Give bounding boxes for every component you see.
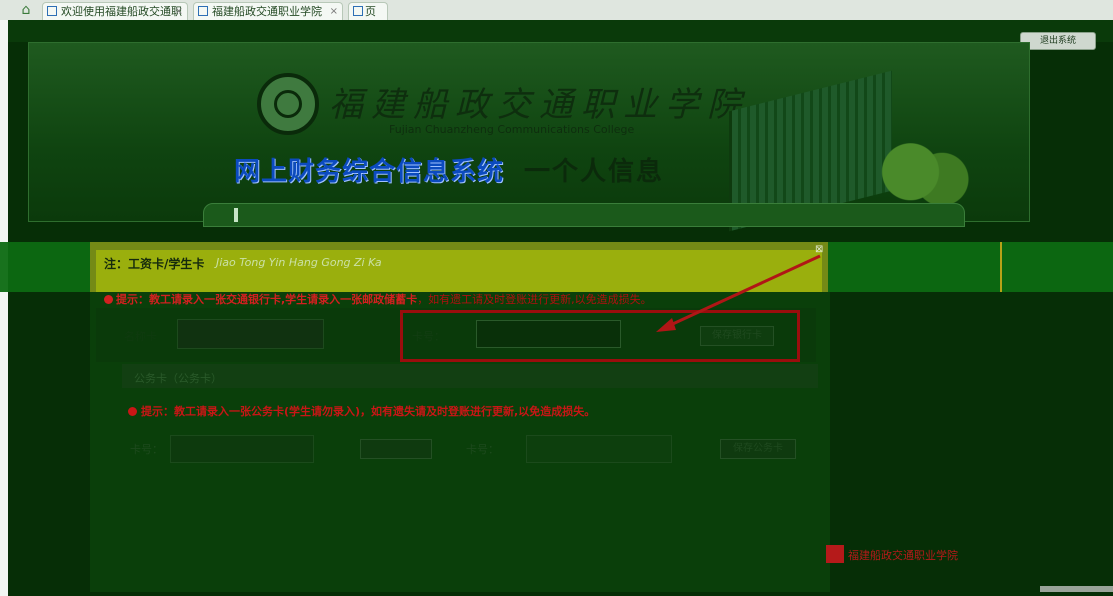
section-pinyin: Jiao Tong Yin Hang Gong Zi Ka — [216, 256, 382, 269]
select-button[interactable] — [360, 439, 432, 459]
nav-bar — [203, 203, 965, 227]
trees-illustration — [879, 138, 969, 213]
save-official-card-button[interactable]: 保存公务卡 — [720, 439, 796, 459]
close-icon[interactable]: × — [330, 3, 338, 20]
official-card-label: 卡号： — [130, 443, 163, 456]
browser-tab-3[interactable]: 页 — [348, 2, 388, 20]
section-title: 注：工资卡/学生卡 — [104, 257, 205, 271]
exit-button[interactable]: 退出系统 — [1020, 32, 1096, 50]
browser-tab-2[interactable]: 福建船政交通职业学院 × — [193, 2, 343, 20]
tip-message: 提示：教工请录入一张交通银行卡,学生请录入一张邮政储蓄卡，如有遗工请及时登账进行… — [104, 291, 652, 307]
tip-tail: ，如有遗工请及时登账进行更新,以免造成损失。 — [417, 293, 652, 306]
browser-tab-1[interactable]: 欢迎使用福建船政交通职 × — [42, 2, 188, 20]
tab-title-3: 页 — [365, 5, 376, 18]
tab-title-1: 欢迎使用福建船政交通职 — [61, 5, 182, 18]
band-left — [0, 242, 90, 292]
card-name-label: 名称卡 — [124, 330, 157, 343]
browser-tab-strip: ⌂ 欢迎使用福建船政交通职 × 福建船政交通职业学院 × 页 — [0, 0, 1113, 20]
card-number-input[interactable] — [476, 320, 621, 348]
tab-title-2: 福建船政交通职业学院 — [212, 5, 322, 18]
official-card-field[interactable] — [170, 435, 314, 463]
page-icon — [198, 6, 208, 16]
tip-prefix: 提示： — [116, 293, 149, 306]
card-name-field[interactable] — [177, 319, 324, 349]
logo-icon — [826, 545, 844, 563]
page-icon — [47, 6, 57, 16]
save-bank-card-button[interactable]: 保存银行卡 — [700, 326, 774, 346]
home-icon[interactable]: ⌂ — [18, 2, 34, 18]
band-divider — [1000, 242, 1002, 292]
scroll-stub — [1040, 586, 1113, 592]
system-title: 网上财务综合信息系统 — [234, 157, 505, 187]
official-card-field-2[interactable] — [526, 435, 672, 463]
left-edge — [0, 20, 8, 596]
card-number-label: 卡号： — [412, 330, 445, 343]
official-card-label-2: 卡号： — [466, 443, 499, 456]
school-emblem-icon — [257, 73, 319, 135]
warning-icon — [128, 407, 137, 416]
page-icon — [353, 6, 363, 16]
official-card-bar — [122, 364, 818, 388]
footer-logo-text: 福建船政交通职业学院 — [848, 549, 958, 562]
nav-marker — [234, 208, 238, 222]
header-banner: 福建船政交通职业学院 Fujian Chuanzheng Communicati… — [28, 42, 1030, 232]
footer-logo: 福建船政交通职业学院 — [826, 545, 986, 565]
school-english-name: Fujian Chuanzheng Communications College — [389, 123, 635, 136]
warning-icon — [104, 295, 113, 304]
close-icon[interactable]: ⊠ — [815, 244, 823, 255]
school-name-calligraphy: 福建船政交通职业学院 — [329, 85, 749, 125]
page-subtitle: 一个人信息 — [524, 157, 665, 187]
band-right — [828, 242, 1113, 292]
close-icon[interactable]: × — [175, 3, 183, 20]
top-strip — [8, 20, 1113, 42]
band-inner — [96, 250, 822, 292]
tip2-text: 提示：教工请录入一张公务卡(学生请勿录入)，如有遗失请及时登账进行更新,以免造成… — [141, 405, 596, 418]
official-card-title: 公务卡（公务卡） — [134, 372, 222, 385]
tip-main: 教工请录入一张交通银行卡,学生请录入一张邮政储蓄卡 — [149, 293, 418, 306]
tip2-message: 提示：教工请录入一张公务卡(学生请勿录入)，如有遗失请及时登账进行更新,以免造成… — [128, 403, 595, 419]
